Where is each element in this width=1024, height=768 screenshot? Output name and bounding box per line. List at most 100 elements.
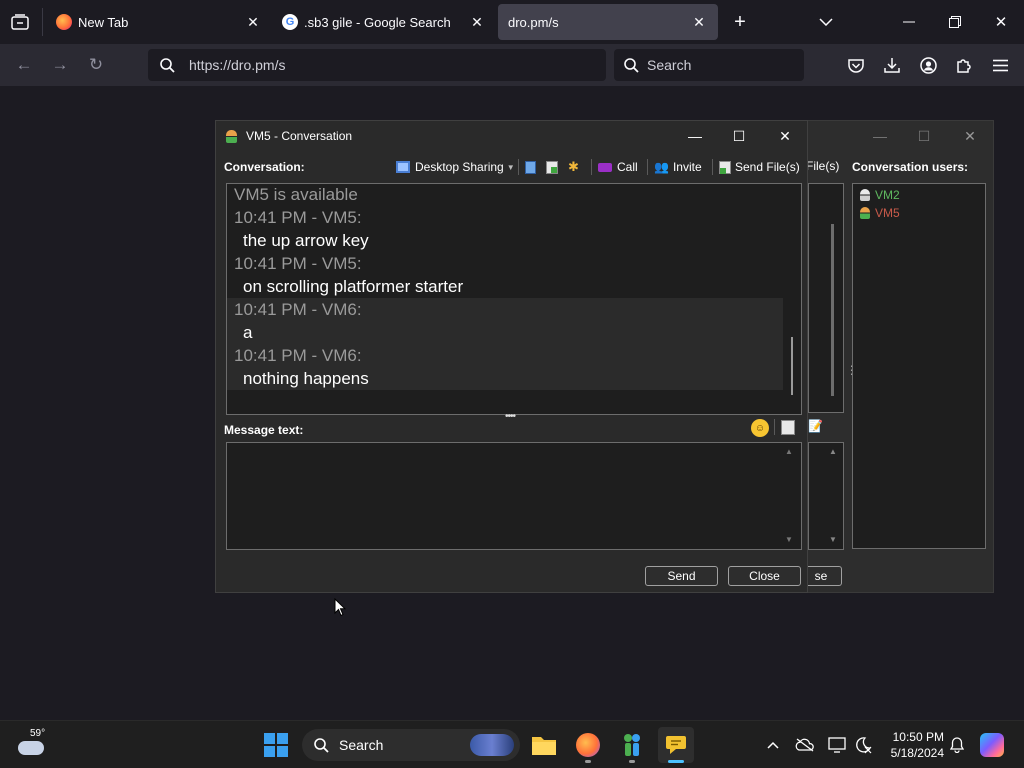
back-arrow-icon[interactable]: ←	[11, 52, 37, 78]
scrollbar-thumb[interactable]	[791, 337, 793, 395]
tab-dro-pm[interactable]: dro.pm/s ✕	[498, 4, 718, 40]
search-icon	[624, 57, 639, 73]
message-header: 10:41 PM - VM6:	[234, 346, 362, 365]
account-icon[interactable]	[916, 53, 940, 77]
user-item-vm5[interactable]: VM5	[853, 204, 985, 222]
scrollbar[interactable]	[831, 224, 834, 396]
url-bar[interactable]: https://dro.pm/s	[148, 49, 606, 81]
search-input[interactable]: Search	[614, 49, 804, 81]
user-name: VM2	[875, 188, 900, 202]
maximize-icon[interactable]: ☐	[909, 124, 939, 148]
extensions-icon[interactable]	[952, 53, 976, 77]
close-tab-icon[interactable]: ✕	[244, 13, 262, 31]
reload-icon[interactable]: ↻	[83, 52, 109, 78]
minimize-icon[interactable]: —	[865, 124, 895, 148]
text-format-icon[interactable]	[781, 420, 795, 435]
forward-arrow-icon[interactable]: →	[47, 52, 73, 78]
search-icon	[314, 737, 329, 753]
background-conversation-window[interactable]: — ☐ ✕ File(s) Conversation users: ⋮ VM2 …	[800, 120, 994, 593]
list-all-tabs-icon[interactable]	[8, 10, 32, 34]
close-button-label: Close	[749, 569, 780, 583]
user-item-vm2[interactable]: VM2	[853, 186, 985, 204]
invite-button[interactable]: 👥 Invite	[654, 157, 702, 177]
user-icon	[860, 189, 870, 201]
tab-new-tab[interactable]: New Tab ✕	[46, 4, 272, 40]
browser-tab-bar: New Tab ✕ G .sb3 gile - Google Search ✕ …	[0, 0, 1024, 44]
send-files-button[interactable]: Send File(s)	[719, 157, 800, 177]
close-icon[interactable]: ✕	[770, 124, 800, 148]
notification-bell-icon[interactable]	[946, 733, 968, 757]
whiteboard-icon[interactable]	[525, 157, 536, 177]
conversation-history[interactable]: VM5 is available 10:41 PM - VM5: the up …	[226, 183, 802, 415]
tab-label: New Tab	[78, 14, 129, 30]
conversation-panel-partial	[808, 183, 844, 413]
close-button[interactable]: Close	[728, 566, 801, 586]
pocket-icon[interactable]	[844, 53, 868, 77]
close-button-label: se	[814, 569, 828, 583]
message-input[interactable]: ▲ ▼	[226, 442, 802, 550]
message-group-highlighted: 10:41 PM - VM6: a 10:41 PM - VM6: nothin…	[227, 298, 783, 390]
minimize-icon[interactable]: —	[680, 124, 710, 148]
messenger-app-icon[interactable]	[614, 727, 650, 763]
restore-icon[interactable]	[940, 8, 970, 36]
send-files-label: Send File(s)	[735, 160, 800, 174]
clock-time: 10:50 PM	[892, 730, 944, 744]
taskbar-search-label: Search	[339, 737, 384, 753]
menu-hamburger-icon[interactable]	[988, 53, 1012, 77]
onedrive-offline-icon[interactable]	[794, 733, 816, 757]
close-window-icon[interactable]: ✕	[986, 8, 1016, 36]
desktop-sharing-button[interactable]: Desktop Sharing ▼	[396, 157, 515, 177]
send-file-icon	[719, 160, 731, 174]
close-tab-icon[interactable]: ✕	[690, 13, 708, 31]
conversation-window[interactable]: VM5 - Conversation — ☐ ✕ Conversation: D…	[215, 120, 808, 593]
file-transfer-icon[interactable]	[546, 157, 558, 177]
start-windows-icon[interactable]	[258, 727, 294, 763]
user-icon	[860, 207, 870, 219]
splitter-handle[interactable]: ••••	[505, 411, 516, 422]
message-header: 10:41 PM - VM5:	[234, 208, 362, 227]
message-body: the up arrow key	[243, 231, 369, 250]
close-icon[interactable]: ✕	[955, 124, 985, 148]
copilot-icon[interactable]	[974, 727, 1010, 763]
message-body: a	[243, 323, 253, 342]
call-button[interactable]: Call	[598, 157, 638, 177]
tab-google-search[interactable]: G .sb3 gile - Google Search ✕	[272, 4, 496, 40]
download-icon[interactable]	[880, 53, 904, 77]
chat-app-icon[interactable]	[658, 727, 694, 763]
close-tab-icon[interactable]: ✕	[468, 13, 486, 31]
firefox-icon	[56, 14, 72, 30]
url-text: https://dro.pm/s	[189, 57, 286, 73]
scrollbar-track[interactable]	[783, 184, 801, 414]
settings-gear-icon[interactable]: ✱	[568, 157, 579, 177]
maximize-icon[interactable]: ☐	[724, 124, 754, 148]
emoticon-smiley-icon[interactable]: ☺	[751, 419, 769, 437]
format-icon[interactable]: 📝	[808, 419, 823, 433]
display-icon[interactable]	[826, 733, 848, 757]
window-title-bar[interactable]: VM5 - Conversation	[216, 121, 807, 151]
scroll-down-arrow-icon[interactable]: ▼	[785, 535, 793, 544]
clock-date: 5/18/2024	[890, 746, 944, 760]
tab-label: dro.pm/s	[508, 14, 559, 30]
file-explorer-icon[interactable]	[526, 727, 562, 763]
chevron-down-icon[interactable]	[811, 8, 841, 36]
taskbar-search[interactable]: Search	[302, 729, 520, 761]
conversation-users-list[interactable]: VM2 VM5	[852, 183, 986, 549]
minimize-icon[interactable]	[894, 8, 924, 36]
desktop-sharing-label: Desktop Sharing	[415, 160, 504, 174]
windows-taskbar: 59° Search 10:50 PM 5/18/2024	[0, 720, 1024, 768]
send-files-partial[interactable]: File(s)	[806, 159, 839, 173]
clock[interactable]: 10:50 PM 5/18/2024	[882, 729, 944, 761]
new-tab-plus-icon[interactable]: +	[725, 8, 755, 36]
scroll-up-arrow-icon[interactable]: ▲	[785, 447, 793, 456]
power-sleep-icon[interactable]	[852, 733, 874, 757]
weather-widget[interactable]: 59°	[16, 728, 52, 761]
dropdown-arrow-icon: ▼	[506, 162, 515, 172]
message-text-label: Message text:	[224, 423, 304, 437]
browser-nav-bar: ← → ↻ https://dro.pm/s Search	[0, 44, 1024, 86]
firefox-taskbar-icon[interactable]	[570, 727, 606, 763]
message-panel-partial: ▲ ▼	[808, 442, 844, 550]
chevron-up-icon[interactable]	[762, 733, 784, 757]
call-label: Call	[617, 160, 638, 174]
send-button[interactable]: Send	[645, 566, 718, 586]
google-icon: G	[282, 14, 298, 30]
